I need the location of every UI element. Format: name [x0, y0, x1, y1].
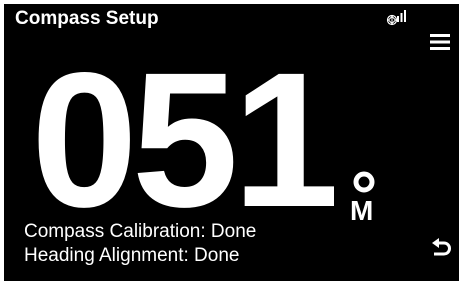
- hamburger-menu-icon[interactable]: [429, 32, 451, 52]
- calibration-status: Compass Calibration: Done: [24, 221, 257, 242]
- back-arrow-icon[interactable]: [430, 237, 452, 261]
- degree-icon: [353, 171, 375, 193]
- heading-reference-label: M: [350, 195, 374, 226]
- page-title: Compass Setup: [15, 8, 159, 29]
- alignment-status: Heading Alignment: Done: [24, 245, 240, 266]
- heading-readout: 051: [31, 32, 339, 247]
- signal-strength-icon: [386, 10, 406, 26]
- compass-setup-screen: Compass Setup 051 M Compass Calibration:…: [4, 4, 459, 281]
